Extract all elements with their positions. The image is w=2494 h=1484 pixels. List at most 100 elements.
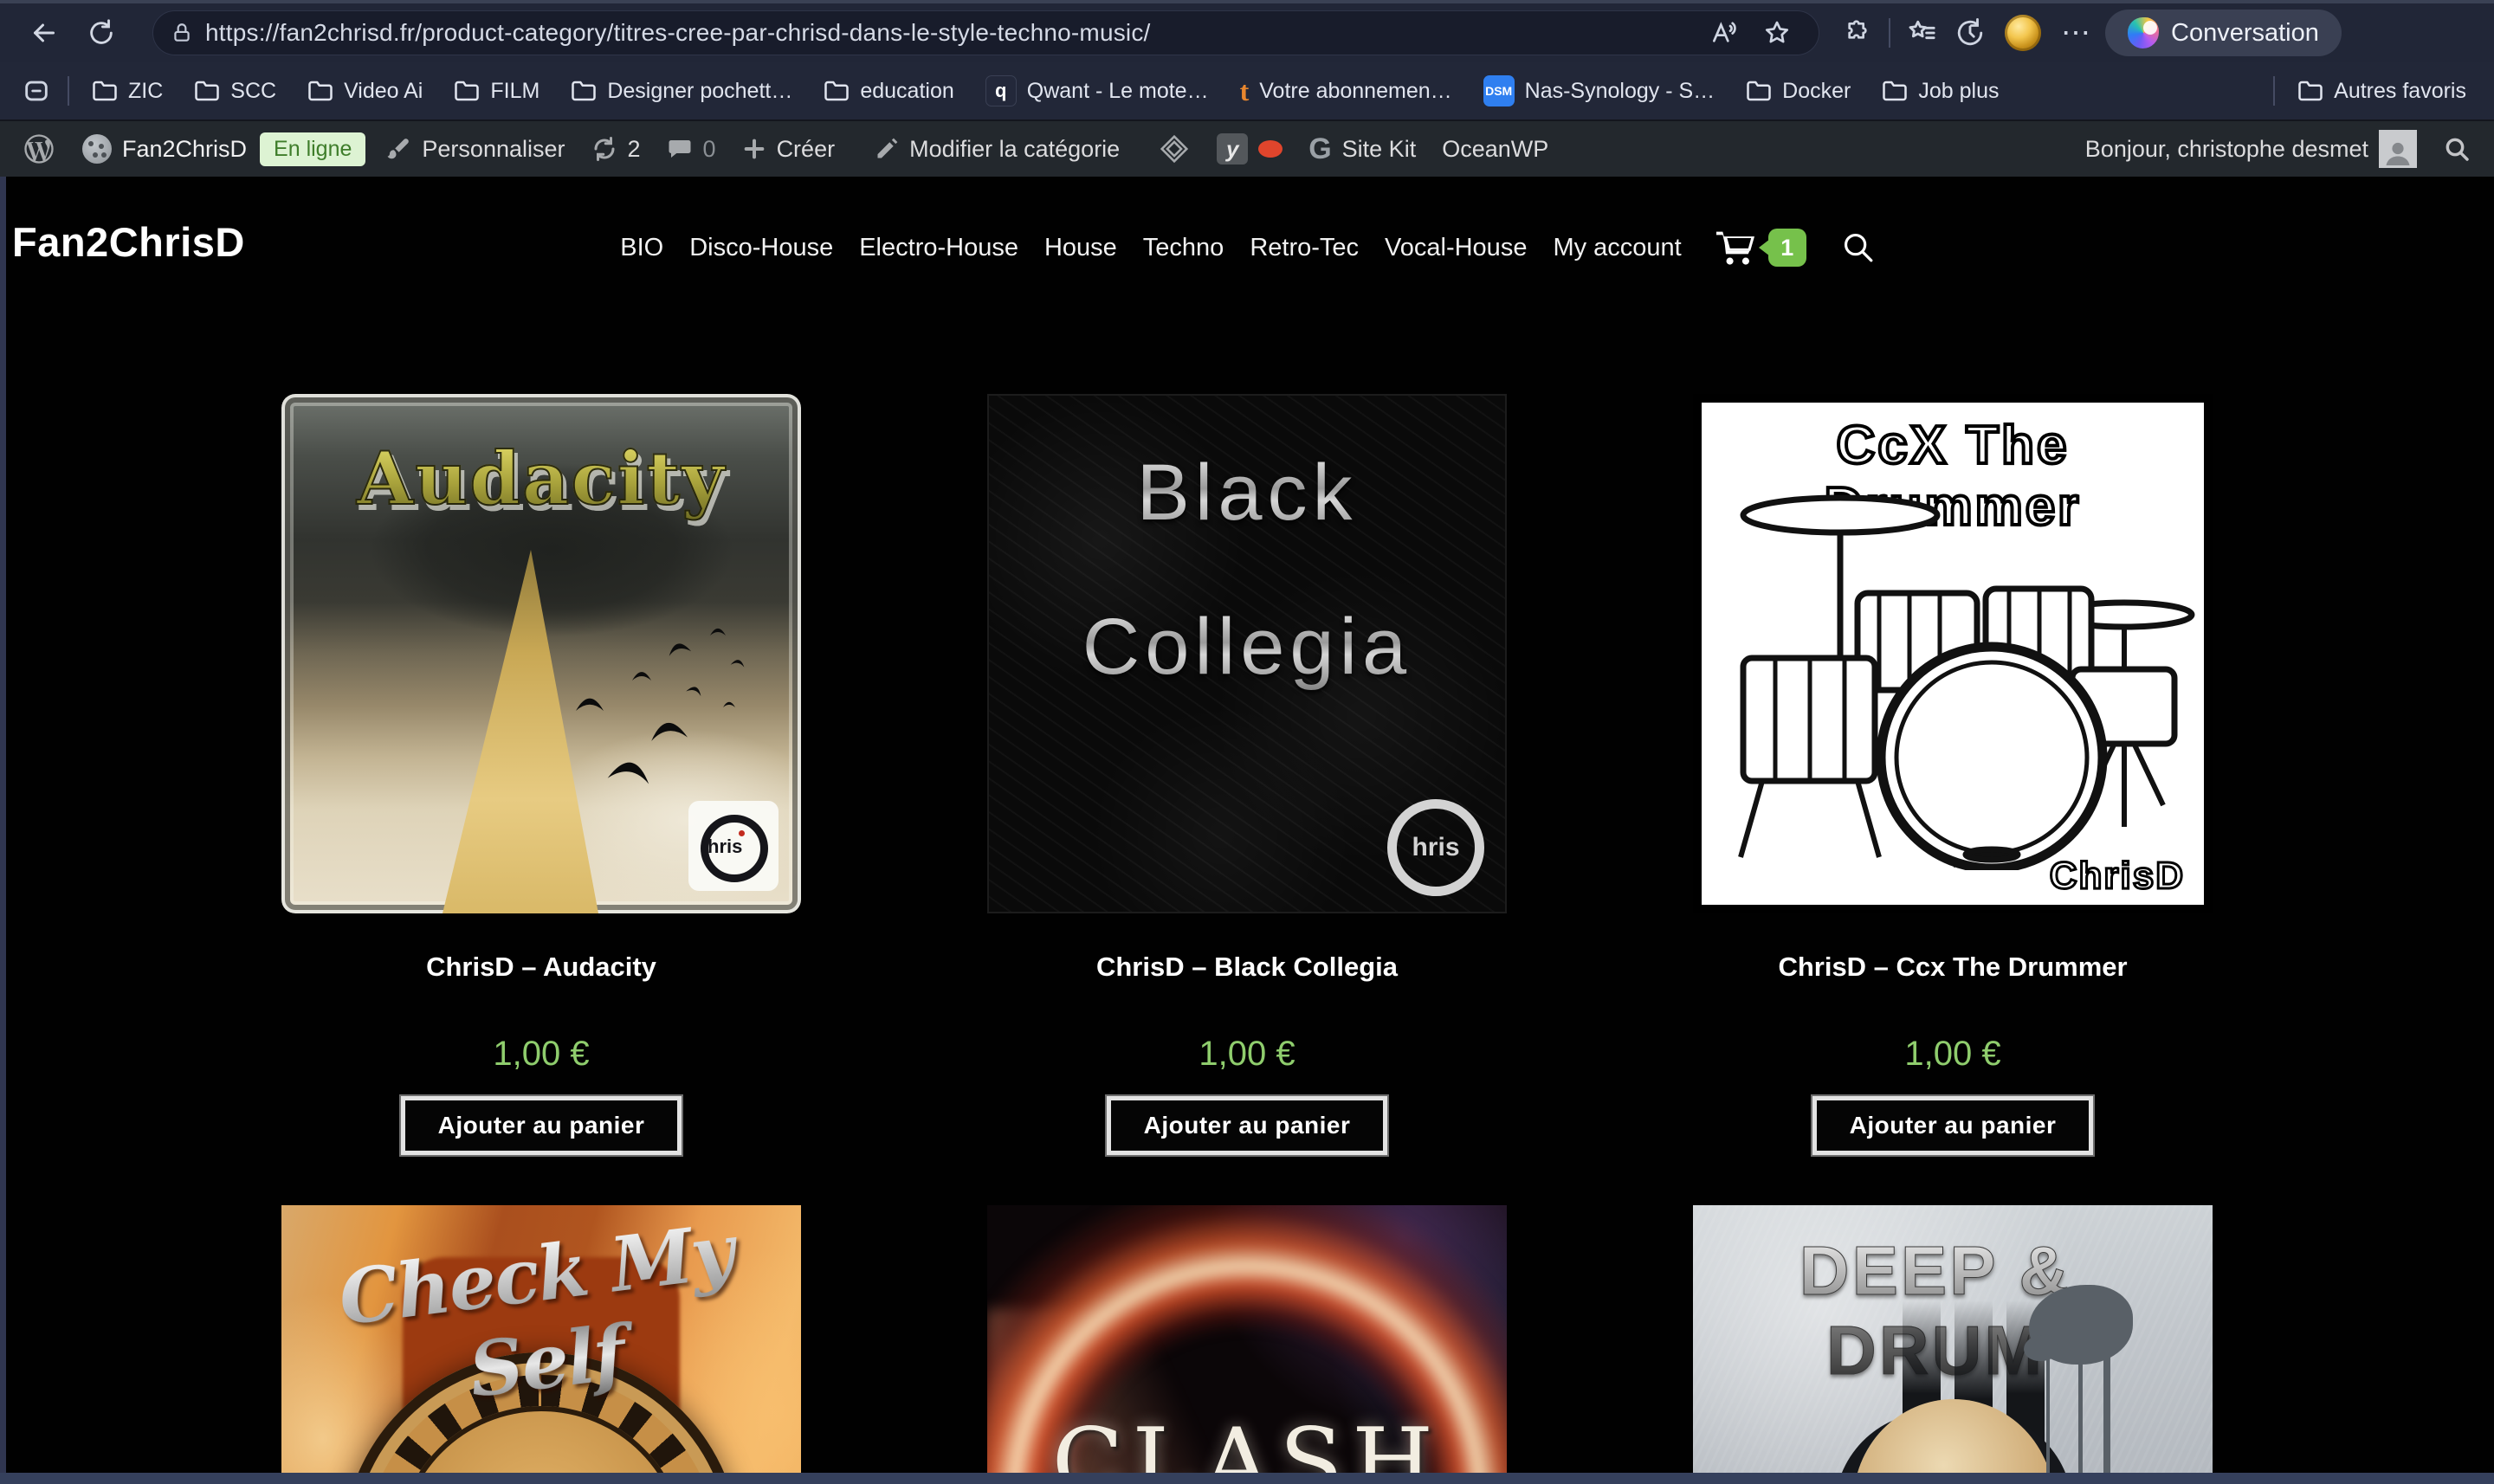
product-image-ccx-drummer[interactable]: CcX The Drummer: [1693, 394, 2213, 913]
qwant-icon: q: [985, 75, 1017, 106]
address-bar[interactable]: https://fan2chrisd.fr/product-category/t…: [152, 10, 1819, 55]
wp-site-menu[interactable]: Fan2ChrisD: [69, 121, 260, 177]
bookmark-label: Votre abonnemen…: [1259, 79, 1451, 104]
bookmark-zic[interactable]: ZIC: [76, 70, 178, 112]
search-icon: [1841, 230, 1874, 263]
tab-actions-button[interactable]: [12, 68, 61, 113]
back-button[interactable]: [16, 7, 73, 59]
wp-greeting: Bonjour, christophe desmet: [2085, 136, 2368, 163]
yoast-icon: y: [1217, 133, 1248, 165]
chrisd-logo-text: ChrisD: [2050, 855, 2185, 898]
wp-account-menu[interactable]: Bonjour, christophe desmet: [2072, 121, 2430, 177]
bookmark-synology[interactable]: DSM Nas-Synology - S…: [1468, 70, 1731, 112]
nav-house[interactable]: House: [1044, 234, 1117, 262]
bookmark-film[interactable]: FILM: [438, 70, 555, 112]
bookmark-job-plus[interactable]: Job plus: [1866, 70, 2014, 112]
wp-site-kit[interactable]: G Site Kit: [1295, 121, 1429, 177]
read-aloud-icon: [1709, 19, 1737, 47]
copilot-button[interactable]: Conversation: [2105, 10, 2342, 56]
wp-plugin-diamond[interactable]: [1145, 121, 1204, 177]
bookmark-label: Docker: [1782, 79, 1851, 104]
bookmark-video-ai[interactable]: Video Ai: [292, 70, 438, 112]
nav-bio[interactable]: BIO: [620, 234, 663, 262]
product-image-black-collegia[interactable]: Black Collegia hris: [987, 394, 1507, 913]
product-title[interactable]: ChrisD – Audacity: [426, 952, 656, 983]
window-bottom-edge: [0, 1473, 2494, 1484]
bookmark-designer-pochette[interactable]: Designer pochett…: [555, 70, 808, 112]
cart-button[interactable]: 1: [1715, 229, 1806, 267]
wp-customize[interactable]: Personnaliser: [372, 121, 578, 177]
main-nav: BIO Disco-House Electro-House House Tech…: [0, 229, 2494, 267]
bookmark-label: Job plus: [1918, 79, 1999, 104]
bookmarks-divider: [2273, 76, 2275, 106]
wp-search[interactable]: [2430, 121, 2484, 177]
wp-edit-category[interactable]: Modifier la catégorie: [862, 121, 1133, 177]
settings-menu-button[interactable]: ⋯: [2051, 10, 2100, 55]
bookmark-education[interactable]: education: [808, 70, 969, 112]
bookmark-abonnement[interactable]: t Votre abonnemen…: [1224, 70, 1468, 112]
folder-icon: [1882, 80, 1908, 102]
product-card-check-my-self: Check My Self: [281, 1205, 801, 1484]
wp-oceanwp-label: OceanWP: [1442, 136, 1548, 163]
bookmark-docker[interactable]: Docker: [1730, 70, 1866, 112]
favorites-bar-button[interactable]: [1897, 10, 1946, 55]
bookmark-other-favorites[interactable]: Autres favoris: [2282, 70, 2482, 112]
wp-new-content[interactable]: Créer: [729, 121, 849, 177]
wp-logo-menu[interactable]: [9, 121, 69, 177]
wp-yoast-seo[interactable]: y: [1204, 121, 1295, 177]
product-image-check-my-self[interactable]: Check My Self: [281, 1205, 801, 1484]
cover-title-line1: Black: [987, 448, 1507, 539]
drum-kit-art: [1702, 463, 2204, 870]
nav-disco-house[interactable]: Disco-House: [689, 234, 833, 262]
pencil-icon: [875, 137, 899, 161]
wp-comments[interactable]: 0: [654, 121, 729, 177]
product-card-clash: CLASH: [987, 1205, 1507, 1484]
profile-avatar[interactable]: [1994, 7, 2051, 59]
wp-site-kit-label: Site Kit: [1342, 136, 1417, 163]
extensions-button[interactable]: [1833, 10, 1882, 55]
browser-window: https://fan2chrisd.fr/product-category/t…: [0, 0, 2494, 1484]
product-grid: Audacity hris ChrisD – Audacity 1,00 € A…: [281, 394, 2213, 1484]
add-to-cart-button[interactable]: Ajouter au panier: [401, 1096, 682, 1155]
favorites-list-icon: [1907, 18, 1936, 48]
google-g-icon: G: [1308, 132, 1331, 166]
nav-my-account[interactable]: My account: [1553, 234, 1681, 262]
bookmark-qwant[interactable]: q Qwant - Le mote…: [970, 70, 1224, 112]
search-icon: [2443, 135, 2471, 163]
product-image-clash[interactable]: CLASH: [987, 1205, 1507, 1484]
add-to-cart-button[interactable]: Ajouter au panier: [1812, 1096, 2094, 1155]
product-image-deep-drum[interactable]: DEEP & DRUM: [1693, 1205, 2213, 1484]
folder-icon: [307, 80, 333, 102]
wp-updates-count: 2: [628, 136, 641, 163]
ink-drip-art: [2078, 1335, 2083, 1484]
nav-techno[interactable]: Techno: [1143, 234, 1224, 262]
product-image-audacity[interactable]: Audacity hris: [281, 394, 801, 913]
logo-dot: [739, 830, 745, 836]
history-button[interactable]: [1946, 10, 1994, 55]
favorite-star-button[interactable]: [1753, 10, 1801, 55]
product-title[interactable]: ChrisD – Black Collegia: [1096, 952, 1398, 983]
bookmark-label: Designer pochett…: [607, 79, 792, 104]
cover-title-text: Audacity: [281, 436, 801, 521]
search-button[interactable]: [1841, 230, 1874, 266]
ink-drip-art: [2103, 1344, 2110, 1484]
nav-retro-tec[interactable]: Retro-Tec: [1250, 234, 1359, 262]
nav-electro-house[interactable]: Electro-House: [859, 234, 1018, 262]
bookmark-label: Autres favoris: [2334, 79, 2466, 104]
product-card-audacity: Audacity hris ChrisD – Audacity 1,00 € A…: [281, 394, 801, 1155]
read-aloud-button[interactable]: [1699, 10, 1748, 55]
wp-oceanwp[interactable]: OceanWP: [1429, 121, 1561, 177]
wp-admin-bar: Fan2ChrisD En ligne Personnaliser 2 0 Cr: [0, 121, 2494, 177]
reload-button[interactable]: [73, 7, 130, 59]
nav-vocal-house[interactable]: Vocal-House: [1385, 234, 1527, 262]
wp-updates[interactable]: 2: [578, 121, 654, 177]
bookmark-scc[interactable]: SCC: [178, 70, 292, 112]
product-price: 1,00 €: [1904, 1035, 2000, 1074]
add-to-cart-button[interactable]: Ajouter au panier: [1107, 1096, 1388, 1155]
folder-icon: [454, 80, 480, 102]
wp-comments-count: 0: [703, 136, 716, 163]
bookmark-label: SCC: [230, 79, 276, 104]
copilot-icon: [2128, 17, 2159, 48]
product-title[interactable]: ChrisD – Ccx The Drummer: [1778, 952, 2127, 983]
plus-icon: [742, 137, 766, 161]
